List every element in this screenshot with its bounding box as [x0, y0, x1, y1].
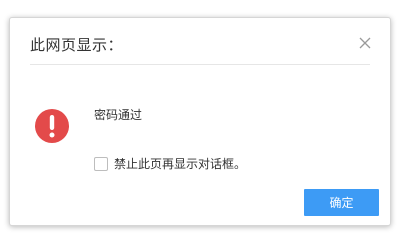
- suppress-dialogs-option[interactable]: 禁止此页再显示对话框。: [94, 155, 246, 172]
- dialog-message: 密码通过: [94, 108, 143, 122]
- title-divider: [30, 64, 370, 65]
- alert-dialog: 此网页显示： 密码通过 禁止此页再显示对话框。 确定: [9, 17, 391, 226]
- exclamation-circle-icon: [35, 109, 69, 143]
- dialog-title: 此网页显示：: [30, 36, 124, 54]
- close-icon[interactable]: [358, 36, 372, 50]
- ok-button[interactable]: 确定: [304, 189, 379, 216]
- suppress-dialogs-label: 禁止此页再显示对话框。: [114, 157, 247, 171]
- suppress-dialogs-checkbox[interactable]: [94, 156, 108, 171]
